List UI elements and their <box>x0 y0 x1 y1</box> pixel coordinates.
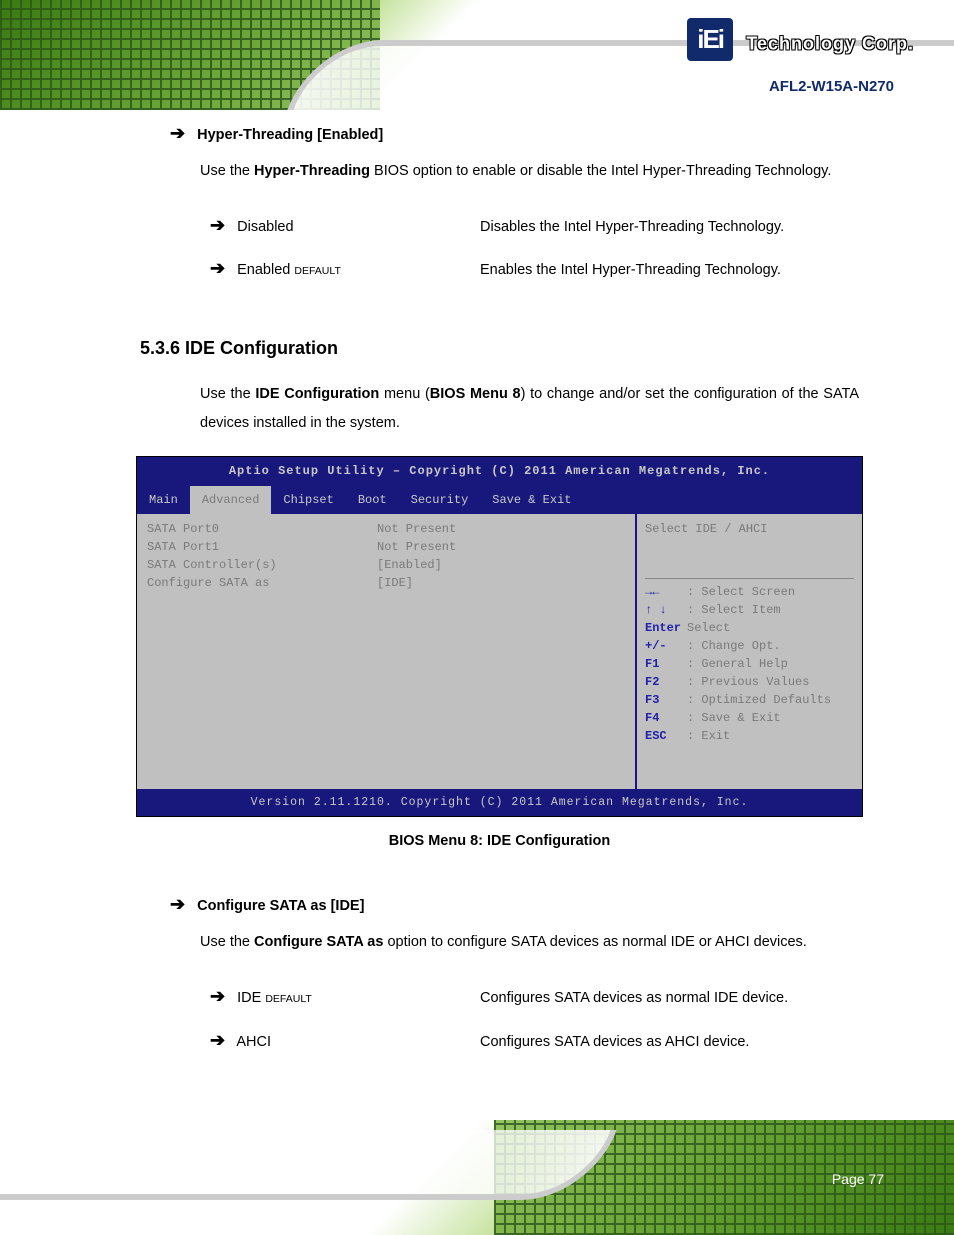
text: : Save & Exit <box>687 711 781 725</box>
option-desc: Configures SATA devices as normal IDE de… <box>480 981 859 1016</box>
arrow-icon: ➔ <box>170 123 185 143</box>
bios-tab-chipset: Chipset <box>271 486 345 514</box>
bios-footer: Version 2.11.1210. Copyright (C) 2011 Am… <box>137 789 862 816</box>
option-desc: Configures SATA devices as AHCI device. <box>480 1025 859 1060</box>
option-label: Enabled <box>237 262 290 278</box>
arrow-icon: ➔ <box>210 215 225 235</box>
option-heading-configure-sata: ➔ Configure SATA as [IDE] <box>170 886 859 922</box>
bios-key: Configure SATA as <box>147 574 377 592</box>
text: : General Help <box>687 657 788 671</box>
option-row: ➔ Disabled Disables the Intel Hyper-Thre… <box>210 204 859 247</box>
bios-row: SATA Port1Not Present <box>147 538 625 556</box>
bios-keyhelp: →←: Select Screen ↑ ↓: Select Item Enter… <box>645 583 854 745</box>
page-number: Page 77 <box>832 1171 884 1187</box>
bios-tab-security: Security <box>399 486 481 514</box>
key-label: F3 <box>645 691 687 709</box>
option-label: IDE <box>237 990 261 1006</box>
text: menu ( <box>379 386 430 402</box>
bios-title: Aptio Setup Utility – Copyright (C) 2011… <box>137 457 862 486</box>
text: Use the <box>200 386 255 402</box>
header-banner: iEi® Technology Corp. AFL2-W15A-N270 <box>0 0 954 110</box>
text: : Select Screen <box>687 585 795 599</box>
option-row: ➔ AHCI Configures SATA devices as AHCI d… <box>210 1019 859 1062</box>
bios-tab-main: Main <box>137 486 190 514</box>
text: : Exit <box>687 729 730 743</box>
bios-val: Not Present <box>377 520 625 538</box>
text: BIOS option to enable or disable the Int… <box>370 163 831 179</box>
option-row: ➔ Enabled DEFAULT Enables the Intel Hype… <box>210 247 859 290</box>
key-label: ESC <box>645 727 687 745</box>
bios-row: SATA Port0Not Present <box>147 520 625 538</box>
bios-val: [Enabled] <box>377 556 625 574</box>
logo-registered: ® <box>733 18 742 32</box>
option-default: DEFAULT <box>294 265 340 277</box>
text-bold: Hyper-Threading <box>254 163 370 179</box>
bios-row: Configure SATA as[IDE] <box>147 574 625 592</box>
bios-tab-boot: Boot <box>346 486 399 514</box>
arrow-lr-icon: →← <box>645 583 687 601</box>
option-label: Disabled <box>237 219 293 235</box>
key-label: +/- <box>645 637 687 655</box>
text: Select <box>687 621 730 635</box>
bios-row: SATA Controller(s)[Enabled] <box>147 556 625 574</box>
footer-banner: Page 77 <box>0 1120 954 1235</box>
option-intro: Use the Configure SATA as option to conf… <box>200 928 859 957</box>
key-label: Enter <box>645 619 687 637</box>
section-heading-ide-config: 5.3.6 IDE Configuration <box>140 330 859 366</box>
logo-main: iEi <box>687 18 733 61</box>
text: : Previous Values <box>687 675 809 689</box>
bios-val: Not Present <box>377 538 625 556</box>
option-title: Configure SATA as [IDE] <box>197 898 364 914</box>
decorative-swoosh <box>0 1130 617 1200</box>
bios-key: SATA Controller(s) <box>147 556 377 574</box>
bios-screenshot: Aptio Setup Utility – Copyright (C) 2011… <box>136 456 863 817</box>
option-intro: Use the Hyper-Threading BIOS option to e… <box>200 157 859 186</box>
text-bold: Configure SATA as <box>254 934 383 950</box>
option-label: AHCI <box>236 1034 271 1050</box>
bios-caption: BIOS Menu 8: IDE Configuration <box>140 827 859 856</box>
text-bold: BIOS Menu 8 <box>430 386 521 402</box>
option-heading-hyperthreading: ➔ Hyper-Threading [Enabled] <box>170 115 859 151</box>
option-default: DEFAULT <box>265 993 311 1005</box>
logo-text: Technology Corp. <box>746 33 914 53</box>
text: : Change Opt. <box>687 639 781 653</box>
bios-tab-advanced: Advanced <box>190 486 272 514</box>
text: Use the <box>200 163 254 179</box>
page-content: ➔ Hyper-Threading [Enabled] Use the Hype… <box>0 115 954 1062</box>
bios-help-text: Select IDE / AHCI <box>645 520 854 538</box>
text: option to configure SATA devices as norm… <box>383 934 806 950</box>
option-title: Hyper-Threading [Enabled] <box>197 127 383 143</box>
section-intro: Use the IDE Configuration menu (BIOS Men… <box>200 380 859 438</box>
arrow-icon: ➔ <box>170 894 185 914</box>
option-desc: Disables the Intel Hyper-Threading Techn… <box>480 210 859 245</box>
key-label: F2 <box>645 673 687 691</box>
bios-body: SATA Port0Not Present SATA Port1Not Pres… <box>137 514 862 789</box>
text: : Select Item <box>687 603 781 617</box>
option-row: ➔ IDE DEFAULT Configures SATA devices as… <box>210 975 859 1018</box>
bios-right-panel: Select IDE / AHCI →←: Select Screen ↑ ↓:… <box>637 514 862 789</box>
bios-tab-saveexit: Save & Exit <box>480 486 583 514</box>
key-label: F4 <box>645 709 687 727</box>
bios-tabs: Main Advanced Chipset Boot Security Save… <box>137 486 862 514</box>
arrow-ud-icon: ↑ ↓ <box>645 601 687 619</box>
option-desc: Enables the Intel Hyper-Threading Techno… <box>480 253 859 288</box>
text: : Optimized Defaults <box>687 693 831 707</box>
bios-key: SATA Port1 <box>147 538 377 556</box>
logo-block: iEi® Technology Corp. <box>687 18 914 61</box>
product-title: AFL2-W15A-N270 <box>769 78 894 95</box>
key-label: F1 <box>645 655 687 673</box>
text-bold: IDE Configuration <box>255 386 379 402</box>
bios-key: SATA Port0 <box>147 520 377 538</box>
bios-left-panel: SATA Port0Not Present SATA Port1Not Pres… <box>137 514 637 789</box>
arrow-icon: ➔ <box>210 258 225 278</box>
arrow-icon: ➔ <box>210 986 225 1006</box>
text: Use the <box>200 934 254 950</box>
arrow-icon: ➔ <box>210 1030 225 1050</box>
bios-val: [IDE] <box>377 574 625 592</box>
